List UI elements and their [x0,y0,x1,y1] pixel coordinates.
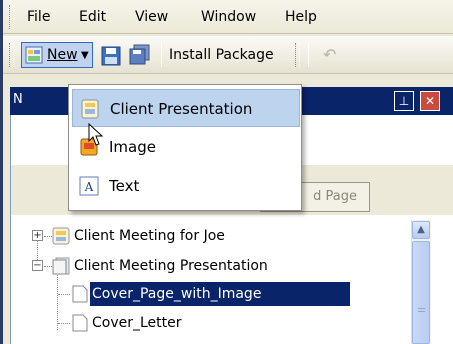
pin-icon[interactable]: ⊥ [394,91,414,111]
scroll-up-button[interactable]: ▲ [412,221,430,239]
presentation-stack-icon [52,257,70,275]
page-icon [72,285,88,303]
save-icon[interactable] [101,46,121,66]
menu-help[interactable]: Help [281,6,321,28]
menu-file[interactable]: File [23,6,54,28]
presentation-icon [52,227,70,245]
close-icon[interactable]: ✕ [420,91,440,111]
new-dropdown-menu: Client Presentation Image A Text [68,84,302,211]
undo-icon[interactable]: ↶ [323,45,336,65]
menu-item-client-presentation[interactable]: Client Presentation [72,89,300,127]
tree-label: Client Meeting for Joe [74,228,225,244]
chevron-down-icon: ▼ [81,50,89,61]
tree-row[interactable]: Cover_Letter [11,311,411,335]
mouse-cursor [88,123,104,146]
scroll-thumb[interactable] [412,241,430,344]
save-all-icon[interactable] [129,44,151,66]
expand-icon[interactable]: + [32,230,43,241]
toolbar: New ▼ Install Package ↶ [3,36,453,74]
toolbar-separator [161,43,162,67]
tree-label-selected: Cover_Page_with_Image [90,282,350,306]
document-tree: + Client Meeting for Joe − Client Meetin… [11,220,453,344]
tree-row[interactable]: − Client Meeting Presentation [11,254,411,278]
tree-row[interactable]: Cover_Page_with_Image [11,282,411,306]
tree-row[interactable]: + Client Meeting for Joe [11,224,411,248]
menu-view[interactable]: View [131,6,172,28]
toolbar-grip-2[interactable] [295,43,300,67]
panel-title: N [13,92,23,107]
menubar-grip[interactable] [9,5,14,29]
new-icon [25,46,43,64]
collapse-icon[interactable]: − [32,260,43,271]
new-button-label: New [47,47,78,63]
menu-edit[interactable]: Edit [75,6,110,28]
menu-item-image[interactable]: Image [72,128,300,166]
svg-text:A: A [84,180,94,194]
toolbar-grip[interactable] [9,43,14,67]
menubar: File Edit View Window Help [3,0,453,34]
tree-label: Cover_Letter [92,315,182,331]
page-icon [72,314,88,332]
tree-label: Client Meeting Presentation [74,258,268,274]
presentation-icon [81,99,99,119]
install-package-button[interactable]: Install Package [169,45,274,65]
text-icon: A [79,176,99,196]
toolbar-separator-2 [308,43,309,67]
menu-item-text[interactable]: A Text [72,167,300,205]
menu-window[interactable]: Window [197,6,260,28]
new-dropdown-button[interactable]: New ▼ [21,42,93,68]
